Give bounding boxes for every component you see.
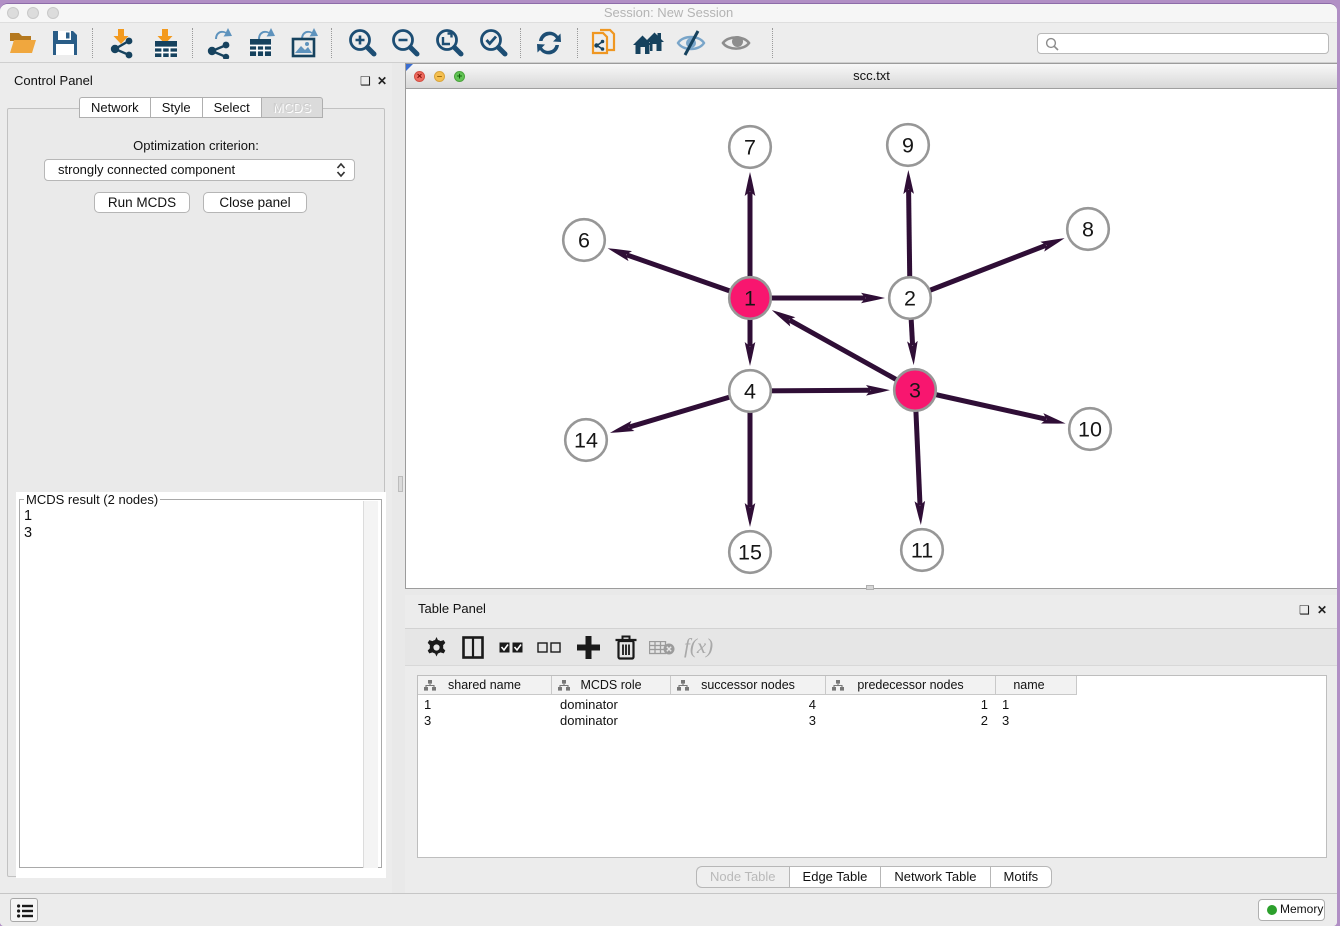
svg-text:14: 14 xyxy=(574,429,598,453)
svg-text:3: 3 xyxy=(909,379,921,403)
svg-text:6: 6 xyxy=(578,229,590,253)
svg-text:8: 8 xyxy=(1082,218,1094,242)
svg-text:2: 2 xyxy=(904,287,916,311)
svg-text:10: 10 xyxy=(1078,418,1102,442)
svg-text:7: 7 xyxy=(744,136,756,160)
svg-text:11: 11 xyxy=(911,539,933,563)
svg-text:4: 4 xyxy=(744,380,756,404)
svg-text:1: 1 xyxy=(744,287,756,311)
svg-text:15: 15 xyxy=(738,541,762,565)
svg-text:9: 9 xyxy=(902,134,914,158)
